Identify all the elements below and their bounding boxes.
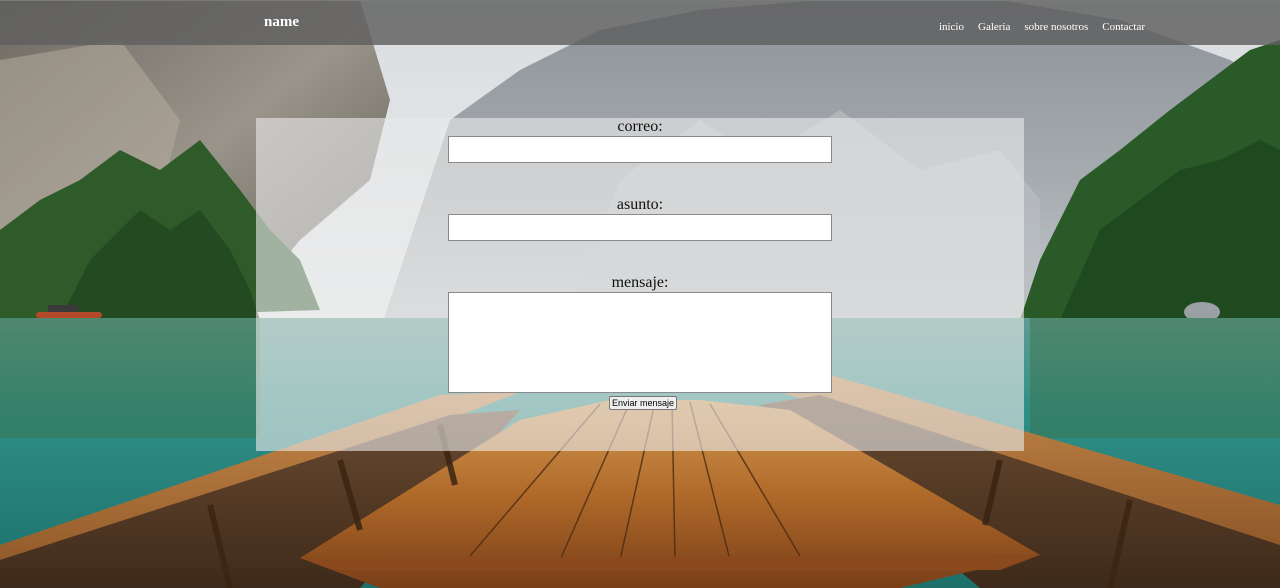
- send-message-button[interactable]: Enviar mensaje: [609, 396, 678, 410]
- nav-link-sobre-nosotros[interactable]: sobre nosotros: [1024, 21, 1088, 33]
- email-field[interactable]: [448, 136, 832, 163]
- message-label: mensaje:: [611, 274, 669, 291]
- nav-link-contactar[interactable]: Contactar: [1102, 21, 1145, 33]
- contact-form-panel: correo: asunto: mensaje: Enviar mensaje: [256, 118, 1024, 451]
- main-nav: inicio Galeria sobre nosotros Contactar: [939, 21, 1145, 33]
- page: name inicio Galeria sobre nosotros Conta…: [0, 0, 1280, 588]
- top-navbar: name inicio Galeria sobre nosotros Conta…: [0, 0, 1280, 45]
- nav-link-inicio[interactable]: inicio: [939, 21, 964, 33]
- message-textarea[interactable]: [448, 292, 832, 393]
- email-label: correo:: [617, 118, 663, 135]
- subject-field[interactable]: [448, 214, 832, 241]
- nav-link-galeria[interactable]: Galeria: [978, 21, 1010, 33]
- subject-label: asunto:: [616, 196, 664, 213]
- brand-logo-text[interactable]: name: [264, 14, 299, 31]
